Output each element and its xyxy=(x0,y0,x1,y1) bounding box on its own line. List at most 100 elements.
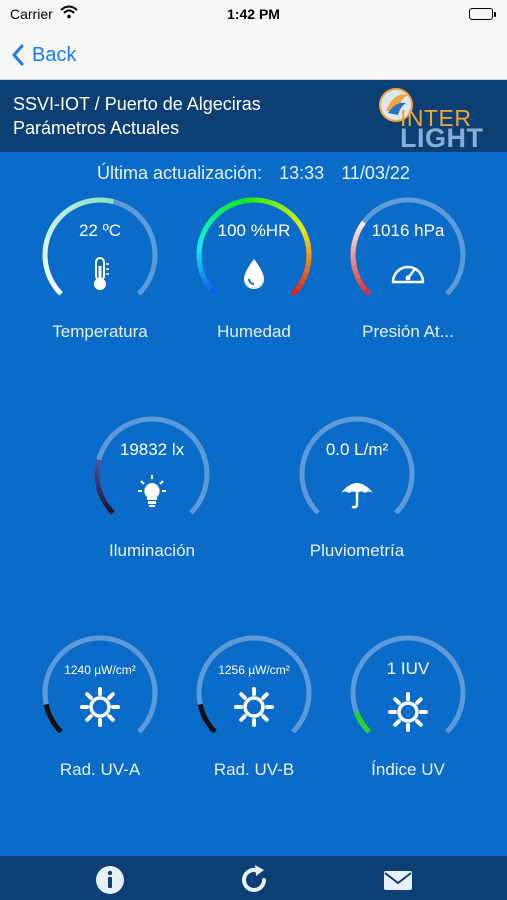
gauge-fill-segment xyxy=(199,270,207,280)
clock: 1:42 PM xyxy=(227,6,280,22)
gauge-value: 100 %HR xyxy=(217,221,291,240)
gauge-fill-segment xyxy=(266,199,275,206)
gauge-label: Iluminación xyxy=(109,541,195,560)
gauge-fill-segment xyxy=(47,276,56,286)
gauge-label: Índice UV xyxy=(371,760,445,779)
gauge-label: Rad. UV-A xyxy=(59,760,141,779)
sun-icon xyxy=(388,692,428,732)
gauge-fill-segment xyxy=(197,703,205,712)
sun-icon xyxy=(80,687,120,727)
gauge-fill-segment xyxy=(351,264,359,273)
gauge-fill-segment xyxy=(216,206,226,216)
gauge-fill-segment xyxy=(106,506,115,515)
gauge-fill-segment xyxy=(43,264,51,273)
gauge-label: Pluviometría xyxy=(309,541,405,560)
gauge-fill-segment xyxy=(362,725,371,734)
gauge-fill-segment xyxy=(208,287,217,296)
page-title: Parámetros Actuales xyxy=(13,118,180,138)
gauge-fill-segment xyxy=(45,270,53,280)
gauge-value: 0.0 L/m² xyxy=(325,440,389,459)
gauge-humedad[interactable]: 100 %HR Humedad xyxy=(184,197,324,347)
gauge-fill-segment xyxy=(197,264,205,273)
back-label: Back xyxy=(32,43,77,66)
speedometer-icon xyxy=(388,254,428,294)
gauge-fill-segment xyxy=(294,282,304,292)
gauge-fill-segment xyxy=(99,495,108,505)
gauge-label: Rad. UV-B xyxy=(213,760,295,779)
gauge-fill-segment xyxy=(95,484,103,493)
gauge-fill-segment xyxy=(97,490,105,499)
umbrella-icon xyxy=(337,473,377,513)
gauge-fill-segment xyxy=(201,276,210,286)
last-update-time: 13:33 xyxy=(279,163,325,183)
gauge-value: 1256 µW/cm² xyxy=(218,663,290,677)
interlight-logo: INTER LIGHT xyxy=(378,85,493,153)
gauge-fill-segment xyxy=(350,245,357,253)
refresh-button[interactable] xyxy=(238,864,270,896)
gauge-fill-segment xyxy=(80,198,89,206)
gauge-label: Presión At... xyxy=(362,322,454,341)
gauge-iluminacion[interactable]: 19832 lx Iluminación xyxy=(82,416,222,566)
gauge-fill-segment xyxy=(288,211,297,220)
gauge-fill-segment xyxy=(196,258,203,267)
gauge-value: 1016 hPa xyxy=(371,221,445,240)
gauge-fill-segment xyxy=(240,197,249,204)
gauge-fill-segment xyxy=(359,720,368,730)
last-update-date: 11/03/22 xyxy=(341,163,410,183)
gauge-fill-segment xyxy=(50,281,59,291)
last-update-row: Última actualización: 13:33 11/03/22 xyxy=(0,163,507,184)
gauge-fill-segment xyxy=(106,197,115,205)
logo-text-bottom: LIGHT xyxy=(400,123,484,153)
gauge-fill-segment xyxy=(201,715,210,724)
water-drop-icon xyxy=(234,254,274,294)
gauge-fill-segment xyxy=(298,276,307,286)
back-button[interactable]: Back xyxy=(12,40,76,70)
gauge-fill-segment xyxy=(94,478,101,486)
gauge-fill-segment xyxy=(211,210,221,220)
gauge-fill-segment xyxy=(305,246,312,254)
gauge-fill-segment xyxy=(47,715,56,724)
gauge-value: 22 ºC xyxy=(78,221,122,240)
gauge-fill-segment xyxy=(42,245,49,253)
mail-button[interactable] xyxy=(382,864,414,896)
gauge-fill-segment xyxy=(290,287,300,297)
gauge-indice-uv[interactable]: 1 IUV Índice UV xyxy=(338,635,478,785)
gauge-fill-segment xyxy=(42,258,49,267)
gauge-pluviometria[interactable]: 0.0 L/m² Pluviometría xyxy=(287,416,427,566)
gauge-fill-segment xyxy=(356,716,364,725)
gauge-fill-segment xyxy=(204,720,213,729)
gauge-fill-segment xyxy=(50,720,59,729)
battery-icon xyxy=(469,8,496,20)
gauge-fill-segment xyxy=(86,197,95,204)
status-bar: Carrier 1:42 PM xyxy=(0,0,507,30)
gauge-uva[interactable]: 1240 µW/cm² Rad. UV-A xyxy=(30,635,170,785)
gauge-fill-segment xyxy=(358,281,367,291)
lightbulb-icon xyxy=(132,473,172,513)
navigation-bar: Back xyxy=(0,30,507,80)
gauge-fill-segment xyxy=(304,239,311,248)
thermometer-icon xyxy=(80,254,120,294)
gauge-fill-segment xyxy=(199,709,207,718)
info-button[interactable] xyxy=(94,864,126,896)
gauge-value: 1240 µW/cm² xyxy=(64,663,136,677)
gauge-uvb[interactable]: 1256 µW/cm² Rad. UV-B xyxy=(184,635,324,785)
gauge-presion[interactable]: 1016 hPa Presión At... xyxy=(338,197,478,347)
gauge-temperatura[interactable]: 22 ºC Temperatura xyxy=(30,197,170,347)
mail-icon xyxy=(384,871,412,890)
sun-icon xyxy=(234,687,274,727)
gauge-fill-segment xyxy=(234,198,243,206)
gauge-fill-segment xyxy=(277,203,287,212)
gauge-fill-segment xyxy=(260,197,269,205)
gauge-fill-segment xyxy=(301,271,309,280)
gauge-label: Humedad xyxy=(217,322,291,341)
gauge-fill-segment xyxy=(355,276,364,286)
info-icon xyxy=(96,866,124,894)
gauge-fill-segment xyxy=(102,501,111,510)
gauge-value: 1 IUV xyxy=(386,659,430,678)
gauge-fill-segment xyxy=(353,270,361,280)
gauge-fill-segment xyxy=(57,210,67,220)
gauge-fill-segment xyxy=(54,725,63,734)
gauge-value: 19832 lx xyxy=(119,440,185,459)
gauge-fill-segment xyxy=(196,245,203,253)
gauge-fill-segment xyxy=(54,287,63,296)
